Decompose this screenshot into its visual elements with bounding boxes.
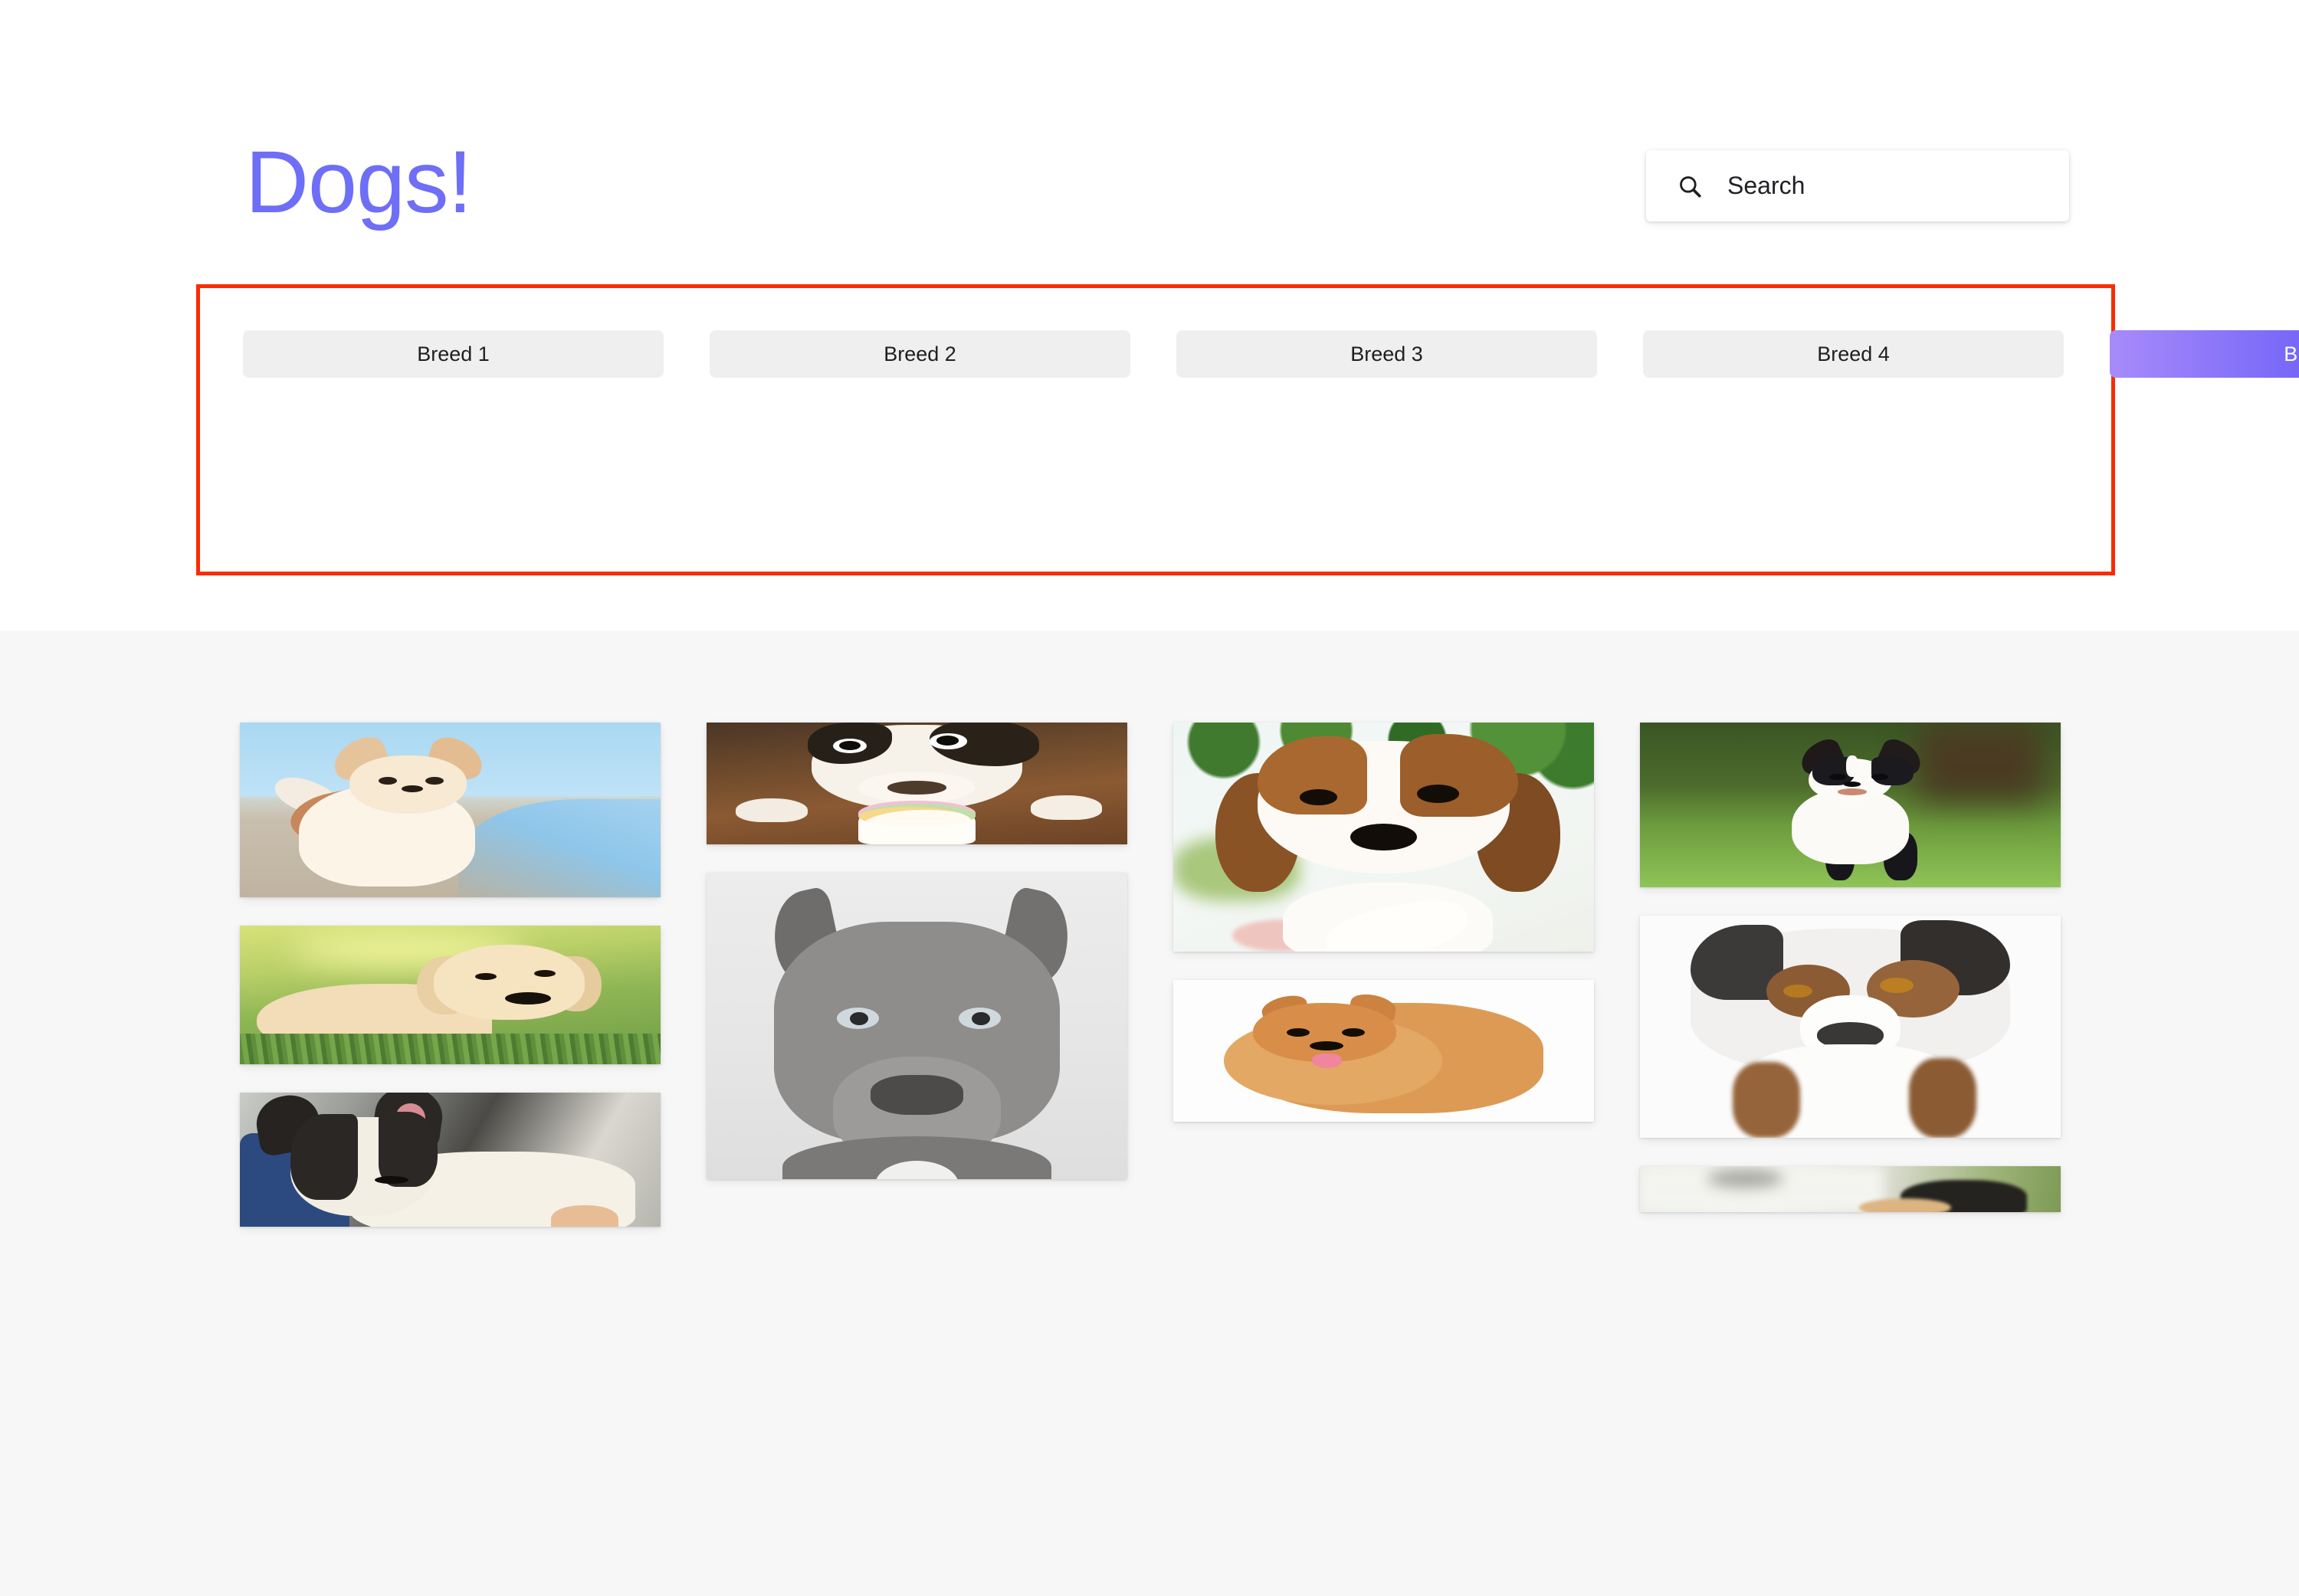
header-bar: Dogs! xyxy=(245,146,2069,238)
photo-yellow-lab-puppy[interactable] xyxy=(240,926,661,1064)
photo-chihuahua-running[interactable] xyxy=(1640,723,2061,887)
breed-filter-panel: Breed 1 Breed 2 Breed 3 Breed 4 Breed 5 … xyxy=(196,284,2115,575)
photo-gallery xyxy=(0,631,2299,1596)
breed-button-1[interactable]: Breed 1 xyxy=(243,330,664,378)
photo-puppy-with-cupcake[interactable] xyxy=(707,723,1127,844)
gallery-column-2 xyxy=(707,723,1127,1227)
gallery-column-3 xyxy=(1173,723,1594,1227)
search-input[interactable] xyxy=(1727,172,2034,200)
breed-button-grid: Breed 1 Breed 2 Breed 3 Breed 4 Breed 5 … xyxy=(243,330,2067,378)
photo-french-bulldog-sleeping[interactable] xyxy=(240,1093,661,1227)
gallery-column-4 xyxy=(1640,723,2061,1227)
photo-cane-corso-portrait[interactable] xyxy=(707,873,1127,1179)
gallery-columns xyxy=(240,723,2064,1227)
breed-button-5[interactable]: Breed 5 xyxy=(2110,330,2299,378)
photo-dog-closeup-partial[interactable] xyxy=(1640,1166,2061,1212)
photo-pomeranian-portrait[interactable] xyxy=(1173,980,1594,1122)
photo-chihuahua-on-beach[interactable] xyxy=(240,723,661,897)
breed-button-2[interactable]: Breed 2 xyxy=(710,330,1130,378)
breed-button-4[interactable]: Breed 4 xyxy=(1643,330,2064,378)
photo-australian-shepherd[interactable] xyxy=(1640,916,2061,1138)
photo-beagle-puppy[interactable] xyxy=(1173,723,1594,952)
page-title: Dogs! xyxy=(245,136,471,228)
gallery-column-1 xyxy=(240,723,661,1227)
search-box[interactable] xyxy=(1646,150,2069,221)
search-icon xyxy=(1677,173,1703,199)
breed-button-3[interactable]: Breed 3 xyxy=(1176,330,1597,378)
